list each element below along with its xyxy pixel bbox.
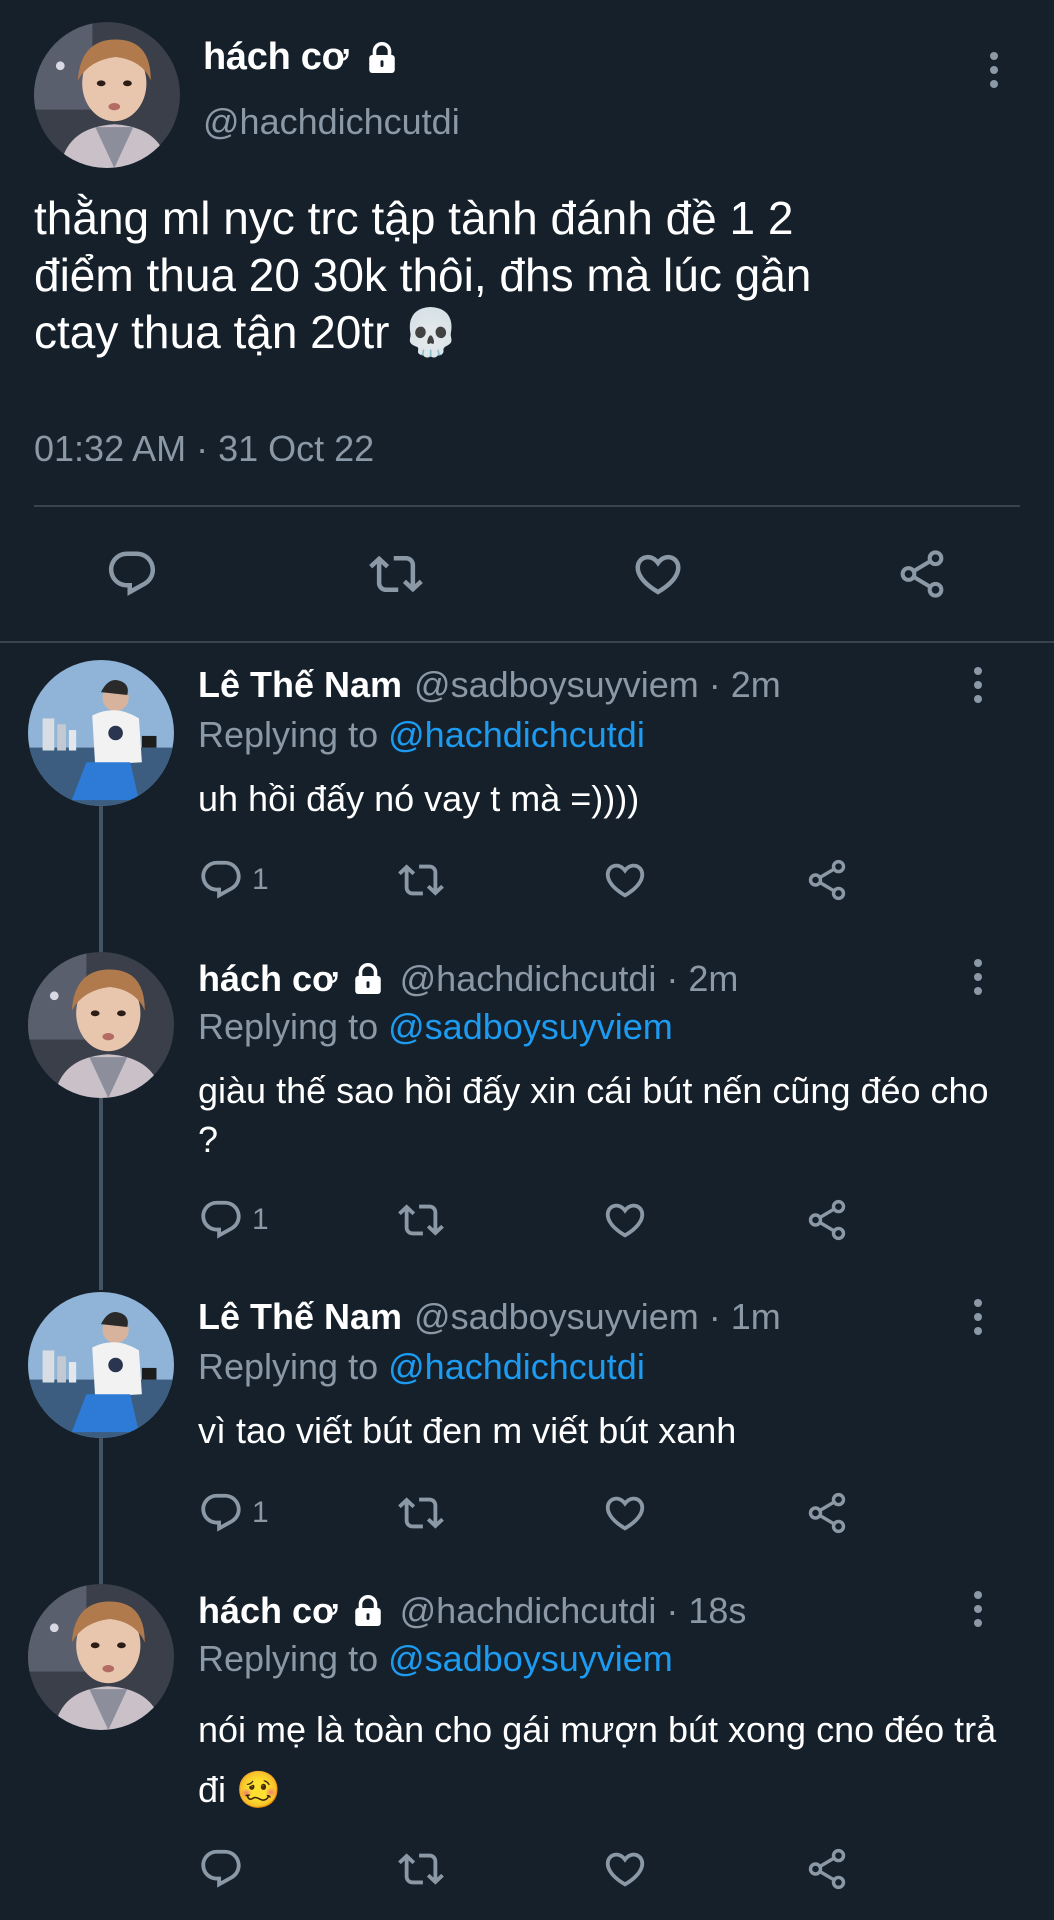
- replying-to: Replying to @sadboysuyviem: [198, 1638, 673, 1680]
- reply-icon: [198, 1197, 244, 1243]
- reply-author-name[interactable]: Lê Thế Nam: [198, 664, 402, 706]
- reply-button[interactable]: 1: [198, 1195, 269, 1245]
- reply-text: uh hồi đấy nó vay t mà =)))): [198, 778, 640, 819]
- reply-author-name[interactable]: hách cơ: [198, 1590, 338, 1632]
- lock-icon: [350, 961, 386, 997]
- reply-handle-time: @hachdichcutdi · 18s: [399, 1590, 747, 1631]
- reply-button[interactable]: 1: [198, 1488, 269, 1538]
- like-icon[interactable]: [628, 544, 688, 604]
- share-icon[interactable]: [804, 1195, 850, 1245]
- share-icon[interactable]: [892, 544, 952, 604]
- more-options-icon[interactable]: [958, 660, 998, 710]
- reply-text: nói mẹ là toàn cho gái mượn bút xong cno…: [198, 1709, 997, 1810]
- reply-header: Lê Thế Nam @sadboysuyviem · 2m: [198, 664, 781, 706]
- reply-count: 1: [252, 1496, 269, 1529]
- reply-header: Lê Thế Nam @sadboysuyviem · 1m: [198, 1296, 781, 1338]
- mention-link[interactable]: @hachdichcutdi: [388, 714, 645, 755]
- avatar[interactable]: [28, 1292, 174, 1438]
- retweet-icon[interactable]: [398, 1844, 444, 1894]
- replying-to: Replying to @hachdichcutdi: [198, 1346, 645, 1388]
- reply-header: hách cơ @hachdichcutdi · 18s: [198, 1590, 746, 1632]
- reply-text: giàu thế sao hồi đấy xin cái bút nến cũn…: [198, 1070, 989, 1160]
- thread-line: [99, 1098, 103, 1290]
- avatar[interactable]: [28, 660, 174, 806]
- thread-line: [99, 1437, 103, 1585]
- section-divider: [0, 641, 1054, 643]
- reply-count: 1: [252, 863, 269, 896]
- share-icon[interactable]: [804, 855, 850, 905]
- replying-prefix: Replying to: [198, 714, 379, 755]
- reply-handle-time: @sadboysuyviem · 2m: [414, 664, 781, 705]
- avatar[interactable]: [28, 952, 174, 1098]
- reply-handle-time: @hachdichcutdi · 2m: [399, 958, 739, 999]
- tweet-text: thằng ml nyc trc tập tành đánh đề 1 2 đi…: [34, 192, 812, 358]
- mention-link[interactable]: @sadboysuyviem: [388, 1638, 673, 1679]
- reply-count: 1: [252, 1203, 269, 1236]
- retweet-icon[interactable]: [398, 855, 444, 905]
- reply-author-name[interactable]: Lê Thế Nam: [198, 1296, 402, 1338]
- replying-to: Replying to @hachdichcutdi: [198, 714, 645, 756]
- retweet-icon[interactable]: [398, 1195, 444, 1245]
- author-avatar[interactable]: [34, 22, 180, 168]
- like-icon[interactable]: [602, 1195, 648, 1245]
- author-name[interactable]: hách cơ: [203, 36, 349, 79]
- like-icon[interactable]: [602, 1844, 648, 1894]
- reply-icon[interactable]: [102, 544, 162, 604]
- reply-icon: [198, 1846, 244, 1892]
- replying-to: Replying to @sadboysuyviem: [198, 1006, 673, 1048]
- tweet-timestamp[interactable]: 01:32 AM · 31 Oct 22: [34, 428, 374, 470]
- reply-author-name[interactable]: hách cơ: [198, 958, 338, 1000]
- reply-icon: [198, 1490, 244, 1536]
- share-icon[interactable]: [804, 1488, 850, 1538]
- reply-handle-time: @sadboysuyviem · 1m: [414, 1296, 781, 1337]
- mention-link[interactable]: @hachdichcutdi: [388, 1346, 645, 1387]
- replying-prefix: Replying to: [198, 1006, 379, 1047]
- reply-button[interactable]: 1: [198, 855, 269, 905]
- mention-link[interactable]: @sadboysuyviem: [388, 1006, 673, 1047]
- more-options-icon[interactable]: [958, 1292, 998, 1342]
- reply-button[interactable]: [198, 1844, 252, 1894]
- like-icon[interactable]: [602, 1488, 648, 1538]
- more-options-icon[interactable]: [974, 45, 1014, 95]
- replying-prefix: Replying to: [198, 1638, 379, 1679]
- author-name-row[interactable]: hách cơ: [203, 36, 400, 79]
- reply-icon: [198, 857, 244, 903]
- thread-line: [99, 805, 103, 955]
- author-handle[interactable]: @hachdichcutdi: [203, 101, 460, 143]
- more-options-icon[interactable]: [958, 952, 998, 1002]
- retweet-icon[interactable]: [398, 1488, 444, 1538]
- reply-text: vì tao viết bút đen m viết bút xanh: [198, 1410, 737, 1451]
- reply-header: hách cơ @hachdichcutdi · 2m: [198, 958, 738, 1000]
- more-options-icon[interactable]: [958, 1584, 998, 1634]
- share-icon[interactable]: [804, 1844, 850, 1894]
- retweet-icon[interactable]: [366, 544, 426, 604]
- avatar[interactable]: [28, 1584, 174, 1730]
- lock-icon: [364, 40, 400, 76]
- replying-prefix: Replying to: [198, 1346, 379, 1387]
- like-icon[interactable]: [602, 855, 648, 905]
- divider: [34, 505, 1020, 507]
- lock-icon: [350, 1593, 386, 1629]
